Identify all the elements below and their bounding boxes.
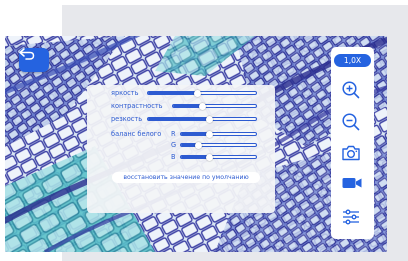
white-balance-label: баланс белого	[111, 130, 162, 138]
side-toolbar: 1,0X	[331, 47, 374, 239]
record-video-button[interactable]	[341, 175, 364, 198]
brightness-label: яркость	[111, 89, 139, 97]
white-balance-b-slider-knob[interactable]	[206, 153, 213, 161]
zoom-out-button[interactable]	[341, 112, 364, 135]
white-balance-r-slider-knob[interactable]	[206, 130, 213, 138]
brightness-slider[interactable]	[147, 89, 257, 97]
camera-icon	[342, 145, 360, 161]
contrast-label: контрастность	[111, 102, 163, 110]
sharpness-slider[interactable]	[147, 115, 257, 123]
white-balance-g-label: G	[171, 141, 177, 149]
contrast-slider[interactable]	[172, 102, 257, 110]
white-balance-r-slider[interactable]	[180, 130, 257, 138]
brightness-slider-knob[interactable]	[194, 89, 202, 97]
white-balance-g-slider-knob[interactable]	[194, 141, 202, 149]
back-arrow-icon	[19, 48, 35, 60]
brightness-slider-fill	[148, 92, 198, 94]
back-button[interactable]	[19, 48, 49, 72]
reset-defaults-button[interactable]: восстановить значение по умолчанию	[112, 172, 260, 183]
video-camera-icon	[342, 178, 362, 188]
image-adjustment-panel: яркость контрастность резкость баланс бе…	[87, 85, 275, 213]
contrast-slider-fill	[173, 105, 203, 107]
white-balance-b-label: B	[171, 153, 176, 161]
white-balance-r-label: R	[171, 130, 176, 138]
sharpness-slider-knob[interactable]	[206, 115, 214, 123]
sharpness-label: резкость	[111, 115, 143, 123]
sharpness-slider-fill	[148, 118, 210, 120]
zoom-out-icon	[342, 113, 360, 131]
white-balance-b-slider[interactable]	[180, 153, 257, 161]
white-balance-g-slider[interactable]	[180, 141, 257, 149]
contrast-slider-knob[interactable]	[198, 102, 206, 110]
snapshot-button[interactable]	[341, 144, 364, 167]
microscope-viewport: яркость контрастность резкость баланс бе…	[5, 36, 387, 252]
zoom-in-button[interactable]	[341, 80, 364, 103]
adjustments-button[interactable]	[341, 207, 364, 230]
zoom-level-badge[interactable]: 1,0X	[334, 54, 371, 67]
zoom-in-icon	[342, 81, 360, 99]
sliders-icon	[343, 209, 359, 225]
